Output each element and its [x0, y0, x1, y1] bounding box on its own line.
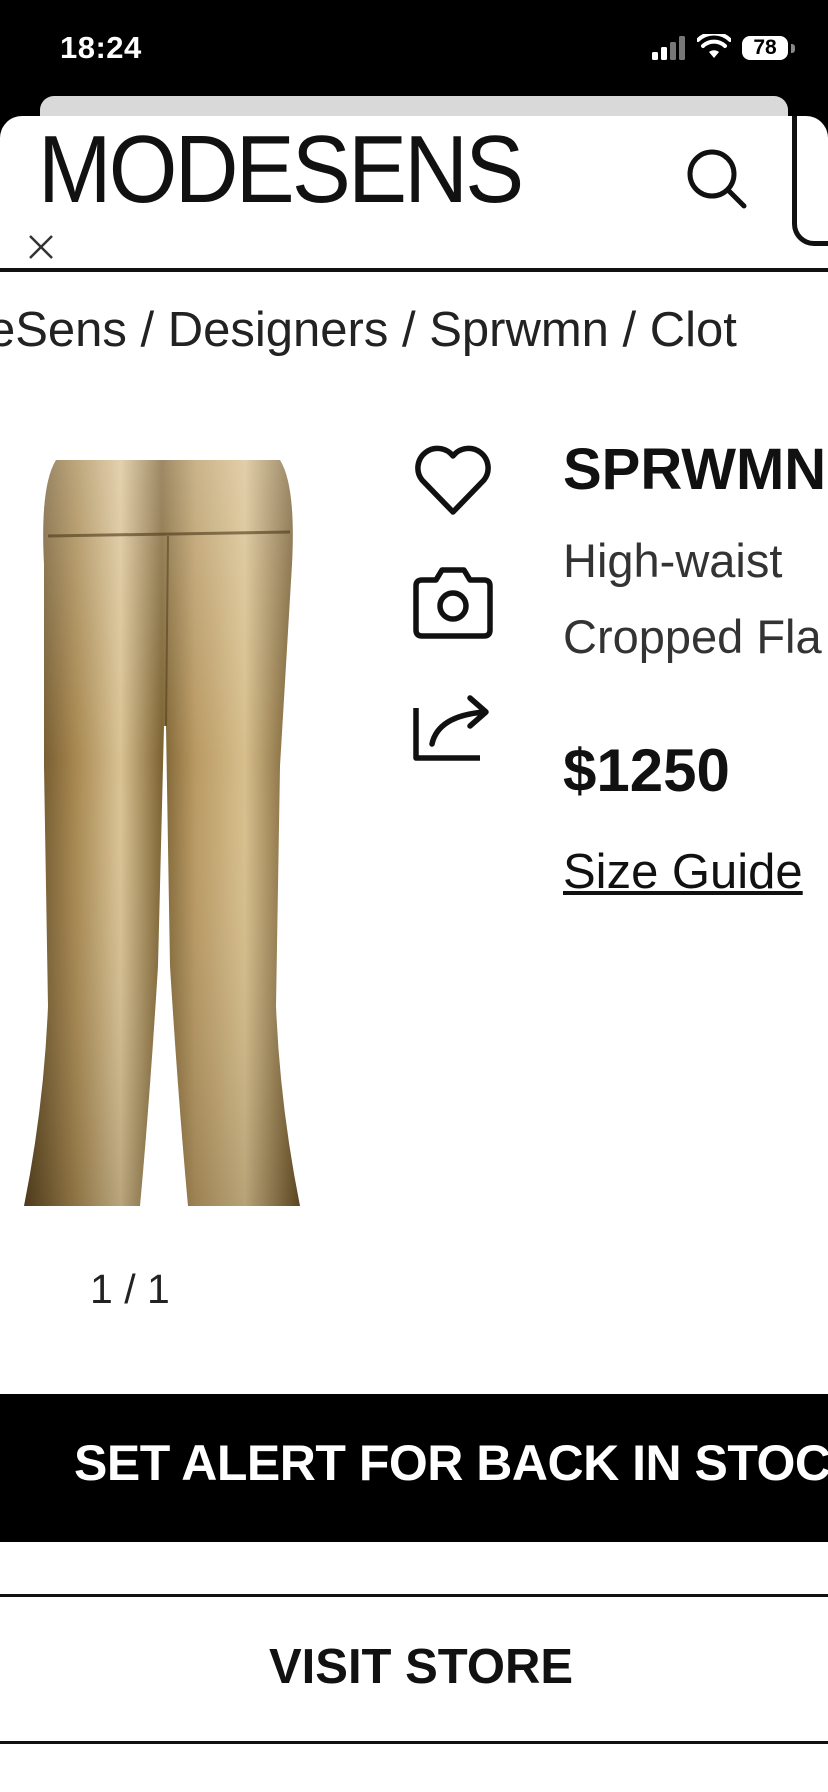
page-sheet: MODESENS eSens / Designers / Sprwmn / Cl…: [0, 116, 828, 1792]
breadcrumb[interactable]: eSens / Designers / Sprwmn / Clot: [0, 302, 737, 358]
product-description: High-waist Cropped Fla: [563, 523, 822, 675]
search-icon[interactable]: [682, 144, 752, 214]
heart-icon[interactable]: [408, 436, 498, 526]
size-guide-link[interactable]: Size Guide: [563, 844, 803, 900]
close-icon[interactable]: [25, 231, 57, 263]
camera-icon[interactable]: [408, 556, 498, 646]
product-description-line1: High-waist: [563, 534, 783, 587]
battery-level: 78: [742, 36, 788, 60]
product-description-line2: Cropped Fla: [563, 610, 822, 663]
signal-icon: [652, 36, 685, 60]
image-counter: 1 / 1: [90, 1266, 170, 1312]
site-logo[interactable]: MODESENS: [38, 122, 524, 218]
product-brand[interactable]: SPRWMN: [563, 436, 826, 503]
product-price: $1250: [563, 737, 730, 804]
visit-store-label: VISIT STORE: [268, 1640, 574, 1694]
set-alert-label: SET ALERT FOR BACK IN STOCK NO: [74, 1435, 828, 1491]
status-time: 18:24: [60, 30, 142, 65]
site-header: MODESENS: [0, 116, 828, 272]
wifi-icon: [697, 34, 731, 58]
product-image[interactable]: [18, 446, 320, 1216]
battery-tip: [791, 44, 795, 53]
set-alert-button[interactable]: SET ALERT FOR BACK IN STOCK NO: [0, 1394, 828, 1542]
visit-store-button[interactable]: VISIT STORE: [0, 1594, 828, 1744]
share-icon[interactable]: [408, 678, 498, 768]
menu-button[interactable]: [792, 116, 828, 246]
